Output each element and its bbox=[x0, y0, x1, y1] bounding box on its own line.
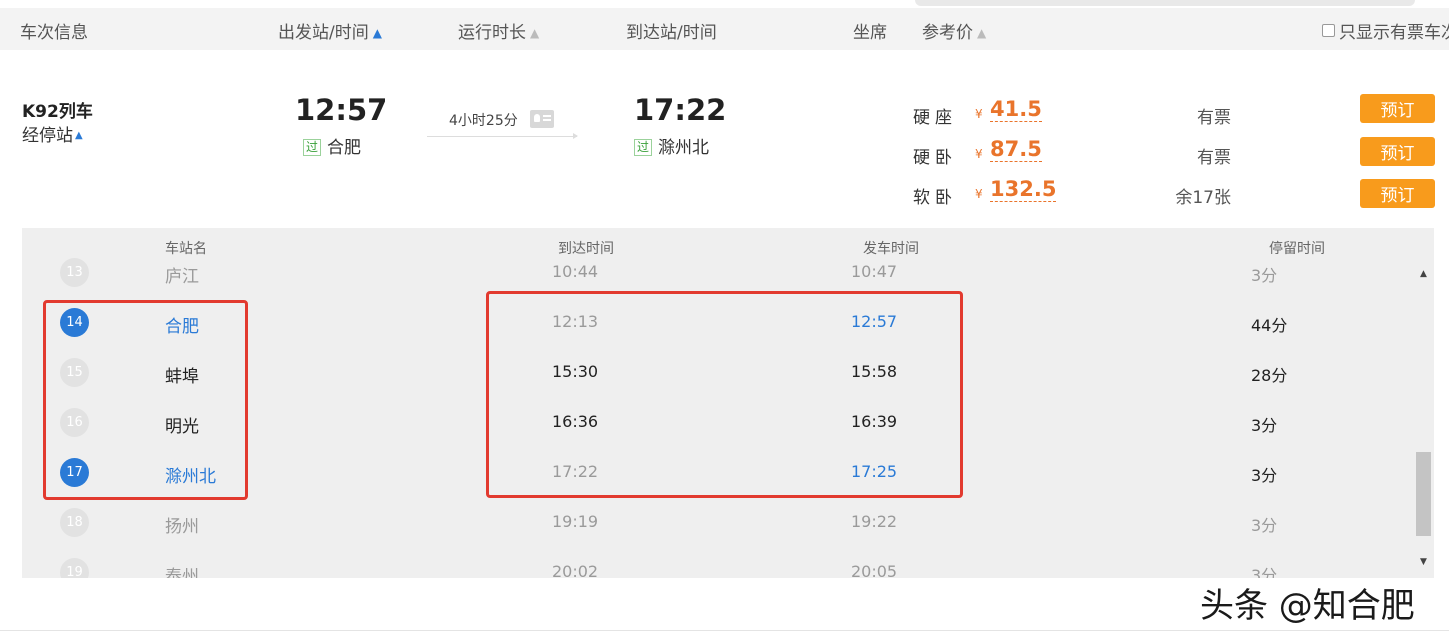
pass-badge: 过 bbox=[303, 139, 322, 156]
stop-stay: 3分 bbox=[1251, 566, 1278, 578]
pass-badge: 过 bbox=[634, 139, 653, 156]
scrollbar-thumb[interactable] bbox=[1416, 452, 1431, 536]
seat-availability: 余17张 bbox=[1175, 188, 1231, 208]
stop-row: 18 扬州 19:19 19:22 3分 bbox=[22, 498, 1417, 548]
stop-arrive: 19:19 bbox=[552, 512, 599, 531]
stop-stay: 44分 bbox=[1251, 316, 1288, 335]
stop-stay: 28分 bbox=[1251, 366, 1288, 385]
only-tickets-filter[interactable]: 只显示有票车次 bbox=[1322, 18, 1449, 43]
book-button[interactable]: 预订 bbox=[1360, 94, 1435, 123]
stop-number: 18 bbox=[60, 508, 89, 537]
arrive-station: 过滁州北 bbox=[634, 133, 709, 158]
col-duration[interactable]: 运行时长 ▲ bbox=[458, 18, 539, 43]
depart-time: 12:57 bbox=[295, 93, 388, 127]
results-header: 车次信息 出发站/时间 ▲ 运行时长 ▲ 到达站/时间 坐席 参考价 ▲ 只显示有票车… bbox=[0, 8, 1449, 50]
watermark: 头条 @知合肥 bbox=[1200, 586, 1415, 626]
stop-stay: 3分 bbox=[1251, 416, 1278, 435]
highlight-box-stations bbox=[43, 300, 248, 500]
stop-number: 19 bbox=[60, 558, 89, 578]
stop-stay: 3分 bbox=[1251, 266, 1278, 285]
col-train-info: 车次信息 bbox=[20, 23, 88, 43]
stops-toggle[interactable]: 经停站 ▲ bbox=[22, 121, 83, 146]
stop-row: 19 泰州 20:02 20:05 3分 bbox=[22, 548, 1417, 578]
col-depart[interactable]: 出发站/时间 ▲ bbox=[278, 18, 382, 43]
seat-row-hard-sleeper: 硬卧 ¥ 87.5 有票 预订 bbox=[913, 137, 1438, 168]
seat-row-hard-seat: 硬座 ¥ 41.5 有票 预订 bbox=[913, 94, 1438, 128]
stop-arrive: 20:02 bbox=[552, 562, 599, 578]
seat-name: 硬座 bbox=[913, 108, 957, 128]
book-button[interactable]: 预订 bbox=[1360, 179, 1435, 208]
sort-icon[interactable]: ▲ bbox=[530, 26, 539, 40]
col-price-label: 参考价 bbox=[922, 23, 973, 43]
stop-station: 庐江 bbox=[165, 267, 199, 287]
col-price[interactable]: 参考价 ▲ bbox=[922, 18, 986, 43]
currency: ¥ bbox=[975, 107, 983, 121]
stop-station: 扬州 bbox=[165, 517, 199, 537]
id-card-icon[interactable] bbox=[530, 110, 554, 128]
arrive-time: 17:22 bbox=[634, 93, 727, 127]
depart-station: 过合肥 bbox=[303, 133, 361, 158]
stop-depart: 19:22 bbox=[851, 512, 898, 531]
seat-availability: 有票 bbox=[1197, 148, 1231, 168]
col-depart-label: 出发站/时间 bbox=[278, 23, 369, 43]
stop-number: 13 bbox=[60, 258, 89, 287]
scroll-up-icon[interactable]: ▲ bbox=[1420, 269, 1427, 279]
divider bbox=[0, 630, 1449, 631]
seat-price[interactable]: 41.5 bbox=[990, 97, 1042, 122]
seat-row-soft-sleeper: 软卧 ¥ 132.5 余17张 预订 bbox=[913, 177, 1438, 208]
highlight-box-times bbox=[486, 291, 963, 498]
duration: 4小时25分 bbox=[449, 113, 518, 129]
stops-toggle-label: 经停站 bbox=[22, 126, 73, 146]
depart-station-name: 合肥 bbox=[327, 138, 362, 158]
duration-arrow bbox=[427, 133, 578, 139]
seat-name: 硬卧 bbox=[913, 148, 957, 168]
stop-depart: 10:47 bbox=[851, 262, 898, 281]
col-arrive: 到达站/时间 bbox=[626, 23, 717, 43]
stop-depart: 20:05 bbox=[851, 562, 898, 578]
caret-up-icon: ▲ bbox=[75, 130, 83, 141]
sort-up-icon[interactable]: ▲ bbox=[373, 26, 382, 40]
seat-availability: 有票 bbox=[1197, 108, 1231, 128]
scroll-down-icon[interactable]: ▼ bbox=[1420, 557, 1427, 567]
arrive-station-name: 滁州北 bbox=[658, 138, 710, 158]
stop-station: 泰州 bbox=[165, 567, 199, 578]
col-duration-label: 运行时长 bbox=[458, 23, 526, 43]
top-strip bbox=[915, 0, 1415, 6]
seat-price[interactable]: 87.5 bbox=[990, 137, 1042, 162]
stop-stay: 3分 bbox=[1251, 516, 1278, 535]
stop-stay: 3分 bbox=[1251, 466, 1278, 485]
only-tickets-label: 只显示有票车次 bbox=[1339, 23, 1449, 43]
seat-name: 软卧 bbox=[913, 188, 957, 208]
col-seat: 坐席 bbox=[853, 23, 887, 43]
book-button[interactable]: 预订 bbox=[1360, 137, 1435, 166]
stop-arrive: 10:44 bbox=[552, 262, 599, 281]
seat-price[interactable]: 132.5 bbox=[990, 177, 1057, 202]
sort-icon[interactable]: ▲ bbox=[977, 26, 986, 40]
currency: ¥ bbox=[975, 187, 983, 201]
currency: ¥ bbox=[975, 147, 983, 161]
only-tickets-checkbox[interactable] bbox=[1322, 24, 1335, 37]
train-number[interactable]: K92列车 bbox=[22, 97, 93, 122]
